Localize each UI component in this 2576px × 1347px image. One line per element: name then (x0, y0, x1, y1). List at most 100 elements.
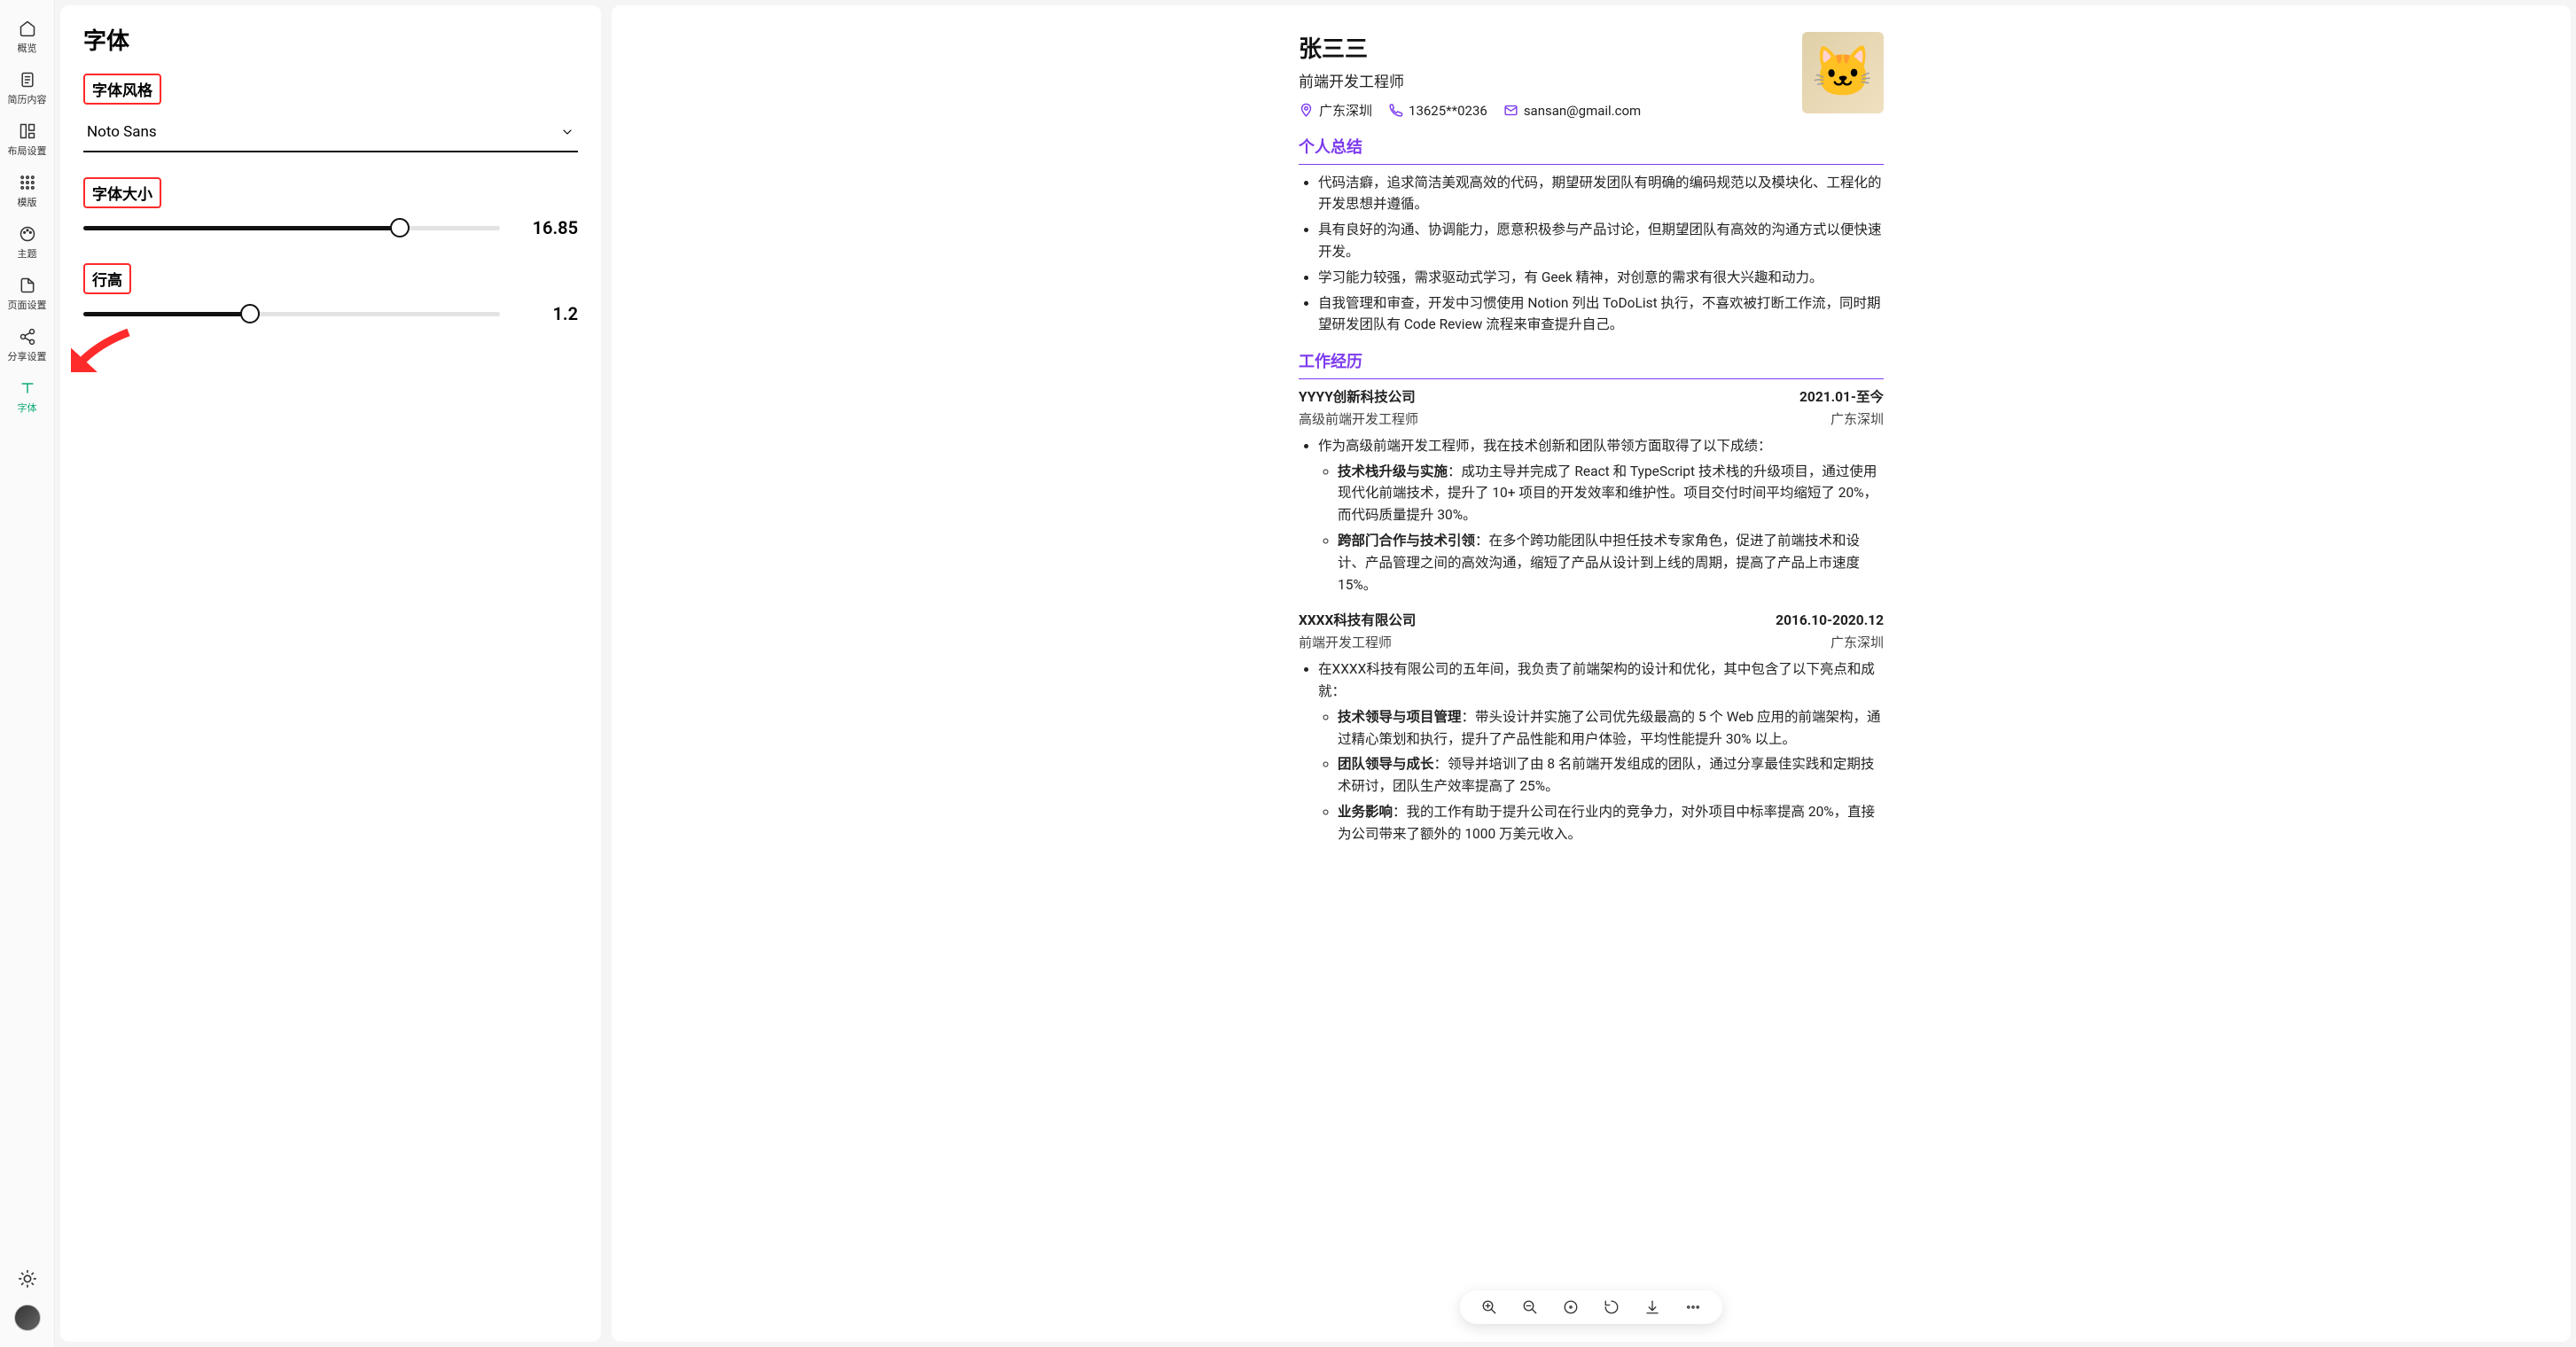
font-style-value: Noto Sans (87, 123, 157, 141)
text-icon (19, 379, 36, 397)
preview-toolbar (1460, 1290, 1722, 1324)
settings-title: 字体 (83, 23, 578, 56)
chevron-down-icon (560, 125, 574, 139)
job-intro: 在XXXX科技有限公司的五年间，我负责了前端架构的设计和优化，其中包含了以下亮点… (1318, 658, 1884, 845)
summary-item: 自我管理和审查，开发中习惯使用 Notion 列出 ToDoList 执行，不喜… (1318, 292, 1884, 337)
job-intro: 作为高级前端开发工程师，我在技术创新和团队带领方面取得了以下成绩： 技术栈升级与… (1318, 435, 1884, 596)
download-icon (1644, 1299, 1660, 1315)
dots-icon (1685, 1299, 1701, 1315)
resume-role: 前端开发工程师 (1299, 71, 1641, 95)
sidebar-item-label: 页面设置 (8, 298, 47, 312)
phone-icon (1388, 103, 1403, 118)
resume-name: 张三三 (1299, 32, 1641, 69)
sidebar-item-label: 布局设置 (8, 144, 47, 158)
sidebar-item-label: 简历内容 (8, 92, 47, 106)
contact-phone: 13625**0236 (1388, 100, 1487, 121)
section-title-summary: 个人总结 (1299, 136, 1884, 161)
summary-item: 具有良好的沟通、协调能力，愿意积极参与产品讨论，但期望团队有高效的沟通方式以便快… (1318, 219, 1884, 263)
line-height-label: 行高 (92, 272, 122, 290)
sidebar-item-share[interactable]: 分享设置 (3, 321, 52, 370)
job-bullet: 业务影响：我的工作有助于提升公司在行业内的竞争力，对外项目中标率提高 20%，直… (1338, 801, 1884, 845)
job-bullet: 团队领导与成长：领导并培训了由 8 名前端开发组成的团队，通过分享最佳实践和定期… (1338, 753, 1884, 798)
annotation-box: 字体大小 (83, 177, 161, 208)
zoom-out-button[interactable] (1520, 1297, 1540, 1317)
center-button[interactable] (1561, 1297, 1581, 1317)
location-icon (1299, 103, 1314, 118)
line-height-value: 1.2 (521, 303, 578, 324)
mail-icon (1503, 103, 1518, 118)
zoom-in-button[interactable] (1479, 1297, 1499, 1317)
sidebar-item-label: 模版 (18, 195, 37, 209)
preview-panel: 张三三 前端开发工程师 广东深圳 13625**0236 (612, 5, 2571, 1342)
zoom-in-icon (1481, 1299, 1497, 1315)
share-icon (19, 328, 36, 346)
job-bullet: 技术领导与项目管理：带头设计并实施了公司优先级最高的 5 个 Web 应用的前端… (1338, 706, 1884, 751)
reset-button[interactable] (1602, 1297, 1621, 1317)
sun-icon (18, 1269, 37, 1289)
font-style-block: 字体风格 Noto Sans (83, 74, 578, 152)
font-size-slider[interactable] (83, 217, 500, 238)
job-location: 广东深圳 (1831, 409, 1884, 430)
sidebar-item-label: 概览 (18, 41, 37, 55)
sidebar-item-content[interactable]: 简历内容 (3, 64, 52, 113)
layout-icon (19, 122, 36, 140)
font-size-value: 16.85 (521, 217, 578, 238)
font-style-dropdown[interactable]: Noto Sans (83, 113, 578, 152)
font-size-label: 字体大小 (92, 186, 152, 204)
job-points: 在XXXX科技有限公司的五年间，我负责了前端架构的设计和优化，其中包含了以下亮点… (1299, 658, 1884, 845)
sidebar-item-layout[interactable]: 布局设置 (3, 115, 52, 165)
sidebar-item-overview[interactable]: 概览 (3, 12, 52, 62)
job-period: 2021.01-至今 (1799, 386, 1884, 409)
job-company: XXXX科技有限公司 (1299, 610, 1416, 632)
font-size-block: 字体大小 16.85 (83, 177, 578, 238)
reset-icon (1604, 1299, 1620, 1315)
sidebar-item-label: 主题 (18, 246, 37, 261)
line-height-block: 行高 1.2 (83, 263, 578, 324)
palette-icon (19, 225, 36, 243)
sidebar-item-label: 分享设置 (8, 349, 47, 363)
job-role: 高级前端开发工程师 (1299, 409, 1418, 430)
home-icon (19, 19, 36, 37)
settings-panel: 字体 字体风格 Noto Sans 字体大小 16.85 行高 (60, 5, 601, 1342)
menu-button[interactable] (1683, 1297, 1703, 1317)
job-company: YYYY创新科技公司 (1299, 386, 1416, 409)
job-location: 广东深圳 (1831, 632, 1884, 653)
user-avatar[interactable] (14, 1304, 41, 1331)
job-points: 作为高级前端开发工程师，我在技术创新和团队带领方面取得了以下成绩： 技术栈升级与… (1299, 435, 1884, 596)
job-role: 前端开发工程师 (1299, 632, 1392, 653)
jobs-list: YYYY创新科技公司2021.01-至今 高级前端开发工程师广东深圳 作为高级前… (1299, 386, 1884, 845)
summary-item: 代码洁癖，追求简洁美观高效的代码，期望研发团队有明确的编码规范以及模块化、工程化… (1318, 172, 1884, 216)
section-divider (1299, 164, 1884, 165)
job-bullet: 技术栈升级与实施：成功主导并完成了 React 和 TypeScript 技术栈… (1338, 461, 1884, 526)
summary-list: 代码洁癖，追求简洁美观高效的代码，期望研发团队有明确的编码规范以及模块化、工程化… (1299, 172, 1884, 337)
section-title-work: 工作经历 (1299, 350, 1884, 376)
download-button[interactable] (1643, 1297, 1662, 1317)
sidebar-item-template[interactable]: 模版 (3, 167, 52, 216)
resume-document: 张三三 前端开发工程师 广东深圳 13625**0236 (1299, 32, 1884, 845)
line-height-slider[interactable] (83, 303, 500, 324)
job-block: YYYY创新科技公司 2021.01-至今 高级前端开发工程师 广东深圳 作为高级前… (1299, 386, 1884, 596)
summary-item: 学习能力较强，需求驱动式学习，有 Geek 精神，对创意的需求有很大兴趣和动力。 (1318, 267, 1884, 289)
center-icon (1563, 1299, 1579, 1315)
annotation-box: 字体风格 (83, 74, 161, 105)
section-divider (1299, 378, 1884, 379)
template-icon (19, 174, 36, 191)
font-style-label: 字体风格 (92, 82, 152, 100)
sidebar-item-theme[interactable]: 主题 (3, 218, 52, 268)
page-icon (19, 276, 36, 294)
sidebar-item-font[interactable]: 字体 (3, 372, 52, 422)
preview-scroll[interactable]: 张三三 前端开发工程师 广东深圳 13625**0236 (612, 5, 2571, 1342)
resume-avatar (1802, 32, 1884, 113)
theme-toggle[interactable] (18, 1269, 37, 1292)
zoom-out-icon (1522, 1299, 1538, 1315)
job-block: XXXX科技有限公司 2016.10-2020.12 前端开发工程师 广东深圳 在X… (1299, 610, 1884, 845)
job-period: 2016.10-2020.12 (1776, 610, 1884, 632)
sidebar: 概览 简历内容 布局设置 模版 主题 页面设置 分享设置 字体 (0, 0, 55, 1347)
sidebar-item-page[interactable]: 页面设置 (3, 269, 52, 319)
contact-location: 广东深圳 (1299, 100, 1372, 121)
annotation-box: 行高 (83, 263, 131, 294)
sidebar-item-label: 字体 (18, 401, 37, 415)
document-icon (19, 71, 36, 89)
job-bullet: 跨部门合作与技术引领：在多个跨功能团队中担任技术专家角色，促进了前端技术和设计、… (1338, 530, 1884, 596)
contact-email: sansan@gmail.com (1503, 100, 1641, 121)
